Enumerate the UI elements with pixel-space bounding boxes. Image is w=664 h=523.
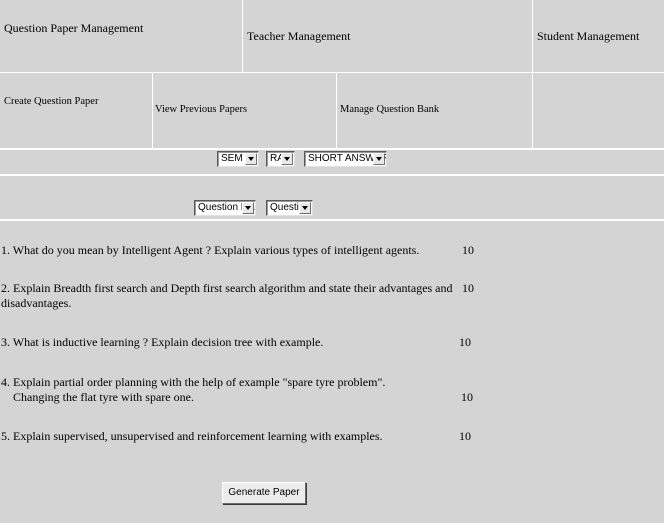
nav-question-paper-management[interactable]: Question Paper Management xyxy=(4,21,143,35)
divider xyxy=(0,174,664,176)
question-5-marks: 10 xyxy=(459,429,471,443)
question-2-marks: 10 xyxy=(462,281,474,295)
subnav-manage-question-bank[interactable]: Manage Question Bank xyxy=(340,104,439,116)
subnav-view-previous-papers[interactable]: View Previous Papers xyxy=(155,104,247,116)
question-5-text: 5. Explain supervised, unsupervised and … xyxy=(1,429,383,443)
page: Question Paper Management Teacher Manage… xyxy=(0,0,664,523)
sort-question-no-select[interactable]: Question No. xyxy=(194,200,256,216)
subnav-create-question-paper[interactable]: Create Question Paper xyxy=(4,96,98,108)
chevron-down-icon xyxy=(299,202,311,214)
question-3-marks: 10 xyxy=(459,335,471,349)
chevron-down-icon xyxy=(242,202,254,214)
question-4-text-cont: Changing the flat tyre with spare one. xyxy=(13,390,194,404)
divider xyxy=(0,72,664,73)
divider xyxy=(336,73,337,148)
question-type-select[interactable]: SHORT ANSWERS xyxy=(304,151,387,167)
question-4-marks: 10 xyxy=(461,390,473,404)
divider xyxy=(242,0,243,72)
sort-question-select[interactable]: Question xyxy=(266,200,313,216)
chevron-down-icon xyxy=(281,153,293,165)
question-2-text-cont: disadvantages. xyxy=(1,296,72,310)
question-3-text: 3. What is inductive learning ? Explain … xyxy=(1,335,324,349)
generate-paper-button[interactable]: Generate Paper xyxy=(222,482,306,504)
question-1-text: 1. What do you mean by Intelligent Agent… xyxy=(1,243,420,257)
question-4-text: 4. Explain partial order planning with t… xyxy=(1,375,386,389)
divider xyxy=(152,73,153,148)
subject-select[interactable]: RAI xyxy=(266,151,295,167)
chevron-down-icon xyxy=(373,153,385,165)
question-1-marks: 10 xyxy=(462,243,474,257)
nav-student-management[interactable]: Student Management xyxy=(537,29,639,43)
divider xyxy=(0,148,664,150)
divider xyxy=(532,0,533,148)
semester-select[interactable]: SEM 7 xyxy=(217,151,259,167)
chevron-down-icon xyxy=(245,153,257,165)
divider xyxy=(0,219,664,221)
nav-teacher-management[interactable]: Teacher Management xyxy=(247,29,350,43)
question-2-text: 2. Explain Breadth first search and Dept… xyxy=(1,281,453,295)
